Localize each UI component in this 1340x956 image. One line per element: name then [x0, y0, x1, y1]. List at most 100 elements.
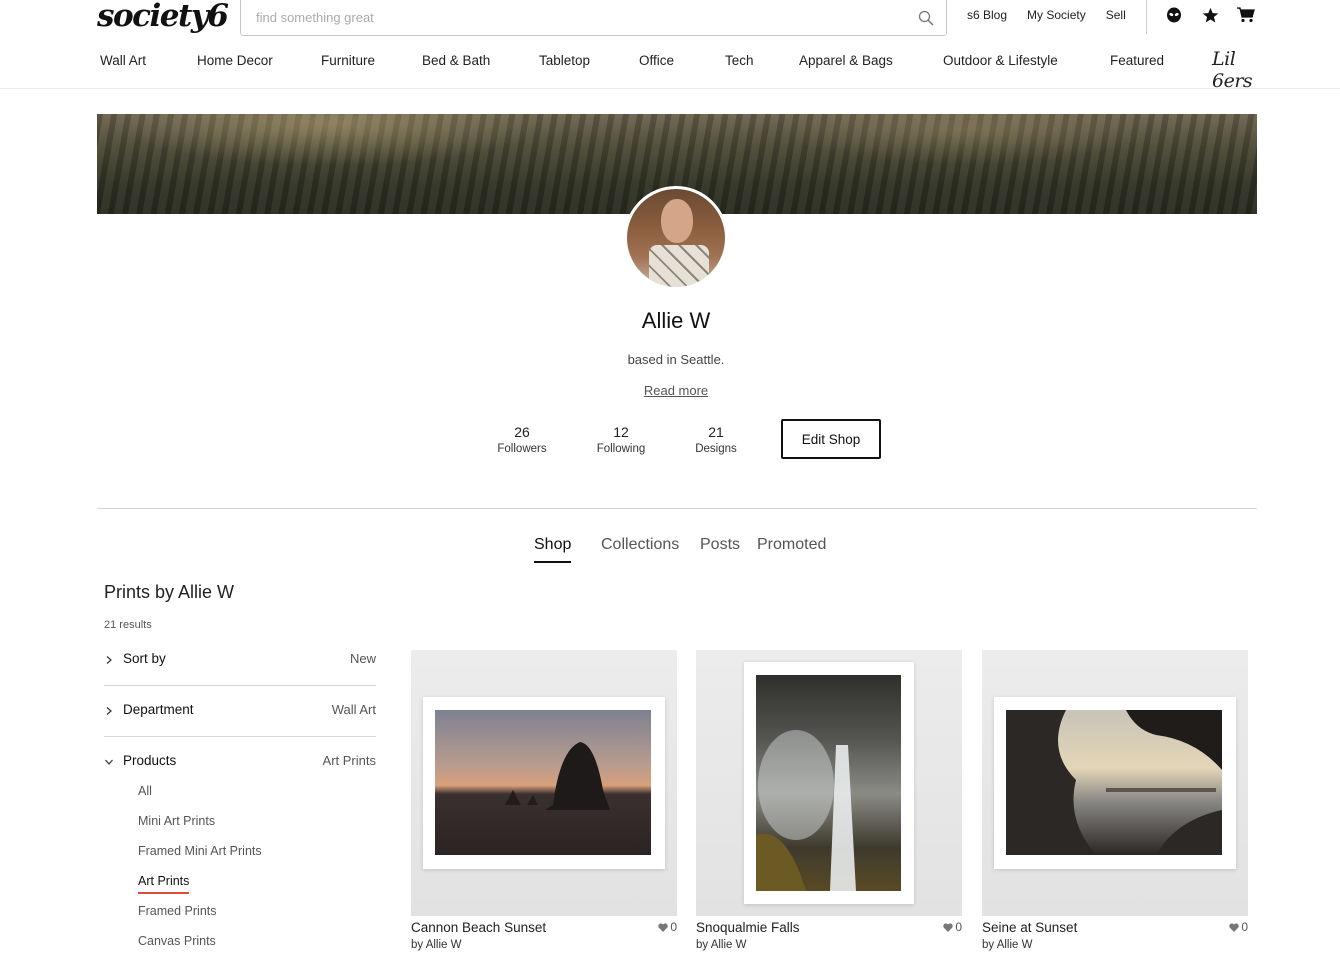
heart-icon — [1229, 922, 1240, 932]
product-artist[interactable]: by Allie W — [696, 939, 747, 951]
product-option-all[interactable]: All — [138, 784, 152, 798]
main-nav: Wall Art Home Decor Furniture Bed & Bath… — [100, 48, 1260, 92]
product-title[interactable]: Seine at Sunset — [982, 920, 1077, 935]
chevron-right-icon — [106, 656, 112, 664]
read-more-link[interactable]: Read more — [644, 383, 708, 398]
product-thumbnail[interactable] — [696, 650, 962, 916]
header-icons — [1165, 6, 1273, 24]
designs-label: Designs — [695, 443, 737, 455]
nav-bed-bath[interactable]: Bed & Bath — [422, 53, 490, 68]
chevron-right-icon — [106, 707, 112, 715]
product-option-canvas-prints[interactable]: Canvas Prints — [138, 934, 216, 948]
product-card[interactable]: Seine at Sunset 0 by Allie W — [982, 650, 1248, 956]
filter-label: Department — [123, 702, 194, 717]
nav-home-decor[interactable]: Home Decor — [197, 53, 273, 68]
seine-sunset-photo — [1006, 710, 1222, 855]
following-label: Following — [596, 443, 646, 455]
nav-lil-6ers[interactable]: Lil 6ers — [1212, 48, 1260, 92]
my-society-link[interactable]: My Society — [1027, 8, 1086, 22]
like-number: 0 — [670, 920, 677, 934]
edit-shop-button[interactable]: Edit Shop — [781, 419, 881, 459]
nav-apparel-bags[interactable]: Apparel & Bags — [799, 53, 893, 68]
nav-office[interactable]: Office — [639, 53, 674, 68]
tab-shop[interactable]: Shop — [534, 536, 572, 563]
chevron-down-icon — [105, 759, 113, 765]
followers-label: Followers — [497, 443, 547, 455]
filter-label: Sort by — [123, 651, 166, 666]
like-number: 0 — [955, 920, 962, 934]
header-divider — [1146, 0, 1147, 34]
product-artist[interactable]: by Allie W — [982, 939, 1033, 951]
product-thumbnail[interactable] — [411, 650, 677, 916]
heart-icon — [658, 922, 669, 932]
product-option-framed-prints[interactable]: Framed Prints — [138, 904, 217, 918]
read-more-wrap: Read more — [0, 383, 1340, 398]
profile-name: Allie W — [641, 308, 711, 333]
nav-furniture[interactable]: Furniture — [321, 53, 375, 68]
tab-promoted[interactable]: Promoted — [757, 536, 826, 554]
filter-value: Art Prints — [322, 753, 376, 768]
society6-logo[interactable]: society6 — [97, 0, 229, 36]
product-title[interactable]: Cannon Beach Sunset — [411, 920, 546, 935]
product-title[interactable]: Snoqualmie Falls — [696, 920, 800, 935]
product-thumbnail[interactable] — [982, 650, 1248, 916]
print-frame — [994, 697, 1236, 869]
star-icon[interactable] — [1201, 6, 1219, 24]
avatar-face — [661, 199, 693, 243]
avatar[interactable] — [624, 186, 728, 290]
like-number: 0 — [1241, 920, 1248, 934]
section-divider — [97, 508, 1257, 509]
nav-tabletop[interactable]: Tabletop — [539, 53, 590, 68]
top-links: s6 Blog My Society Sell — [967, 8, 1146, 22]
following-count: 12 — [613, 424, 629, 440]
print-frame — [744, 662, 914, 904]
header: society6 s6 Blog My Society Sell Wall Ar… — [0, 0, 1340, 92]
product-option-mini-art-prints[interactable]: Mini Art Prints — [138, 814, 215, 828]
tab-posts[interactable]: Posts — [700, 536, 740, 554]
followers-count: 26 — [514, 424, 530, 440]
print-frame — [423, 697, 665, 869]
avatar-scarf — [649, 245, 709, 287]
like-count[interactable]: 0 — [1229, 920, 1248, 934]
filter-divider — [104, 736, 376, 737]
followers-stat[interactable]: 26 Followers — [490, 424, 554, 455]
cart-icon[interactable] — [1237, 6, 1255, 24]
nav-tech[interactable]: Tech — [725, 53, 754, 68]
nav-wall-art[interactable]: Wall Art — [100, 53, 146, 68]
s6-blog-link[interactable]: s6 Blog — [967, 8, 1007, 22]
search-input[interactable] — [241, 0, 946, 35]
tab-collections[interactable]: Collections — [601, 536, 679, 554]
filter-products[interactable]: Products Art Prints — [104, 753, 376, 773]
sidebar-title: Prints by Allie W — [104, 582, 235, 602]
product-meta: Snoqualmie Falls 0 by Allie W — [696, 916, 962, 956]
filter-sort-by[interactable]: Sort by New — [104, 651, 376, 671]
like-count[interactable]: 0 — [943, 920, 962, 934]
nav-outdoor-lifestyle[interactable]: Outdoor & Lifestyle — [943, 53, 1058, 68]
sell-link[interactable]: Sell — [1106, 8, 1126, 22]
beach-sunset-photo — [435, 710, 651, 855]
results-count: 21 results — [104, 619, 152, 631]
nav-featured[interactable]: Featured — [1110, 53, 1164, 68]
designs-stat[interactable]: 21 Designs — [684, 424, 748, 455]
filter-divider — [104, 685, 376, 686]
product-meta: Seine at Sunset 0 by Allie W — [982, 916, 1248, 956]
waterfall-photo — [756, 675, 901, 891]
designs-count: 21 — [708, 424, 724, 440]
product-card[interactable]: Cannon Beach Sunset 0 by Allie W — [411, 650, 677, 956]
profile-bio: based in Seattle. — [627, 352, 725, 367]
filter-value: New — [349, 651, 376, 666]
filter-value: Wall Art — [331, 702, 376, 717]
heart-icon — [943, 922, 954, 932]
search-bar — [240, 0, 947, 36]
product-card[interactable]: Snoqualmie Falls 0 by Allie W — [696, 650, 962, 956]
product-option-art-prints[interactable]: Art Prints — [138, 874, 190, 894]
like-count[interactable]: 0 — [658, 920, 677, 934]
filter-label: Products — [123, 753, 177, 768]
product-meta: Cannon Beach Sunset 0 by Allie W — [411, 916, 677, 956]
following-stat[interactable]: 12 Following — [589, 424, 653, 455]
alien-icon[interactable] — [1165, 6, 1183, 24]
product-artist[interactable]: by Allie W — [411, 939, 462, 951]
search-icon[interactable] — [918, 10, 934, 26]
filter-department[interactable]: Department Wall Art — [104, 702, 376, 722]
product-option-framed-mini-art-prints[interactable]: Framed Mini Art Prints — [138, 844, 262, 858]
